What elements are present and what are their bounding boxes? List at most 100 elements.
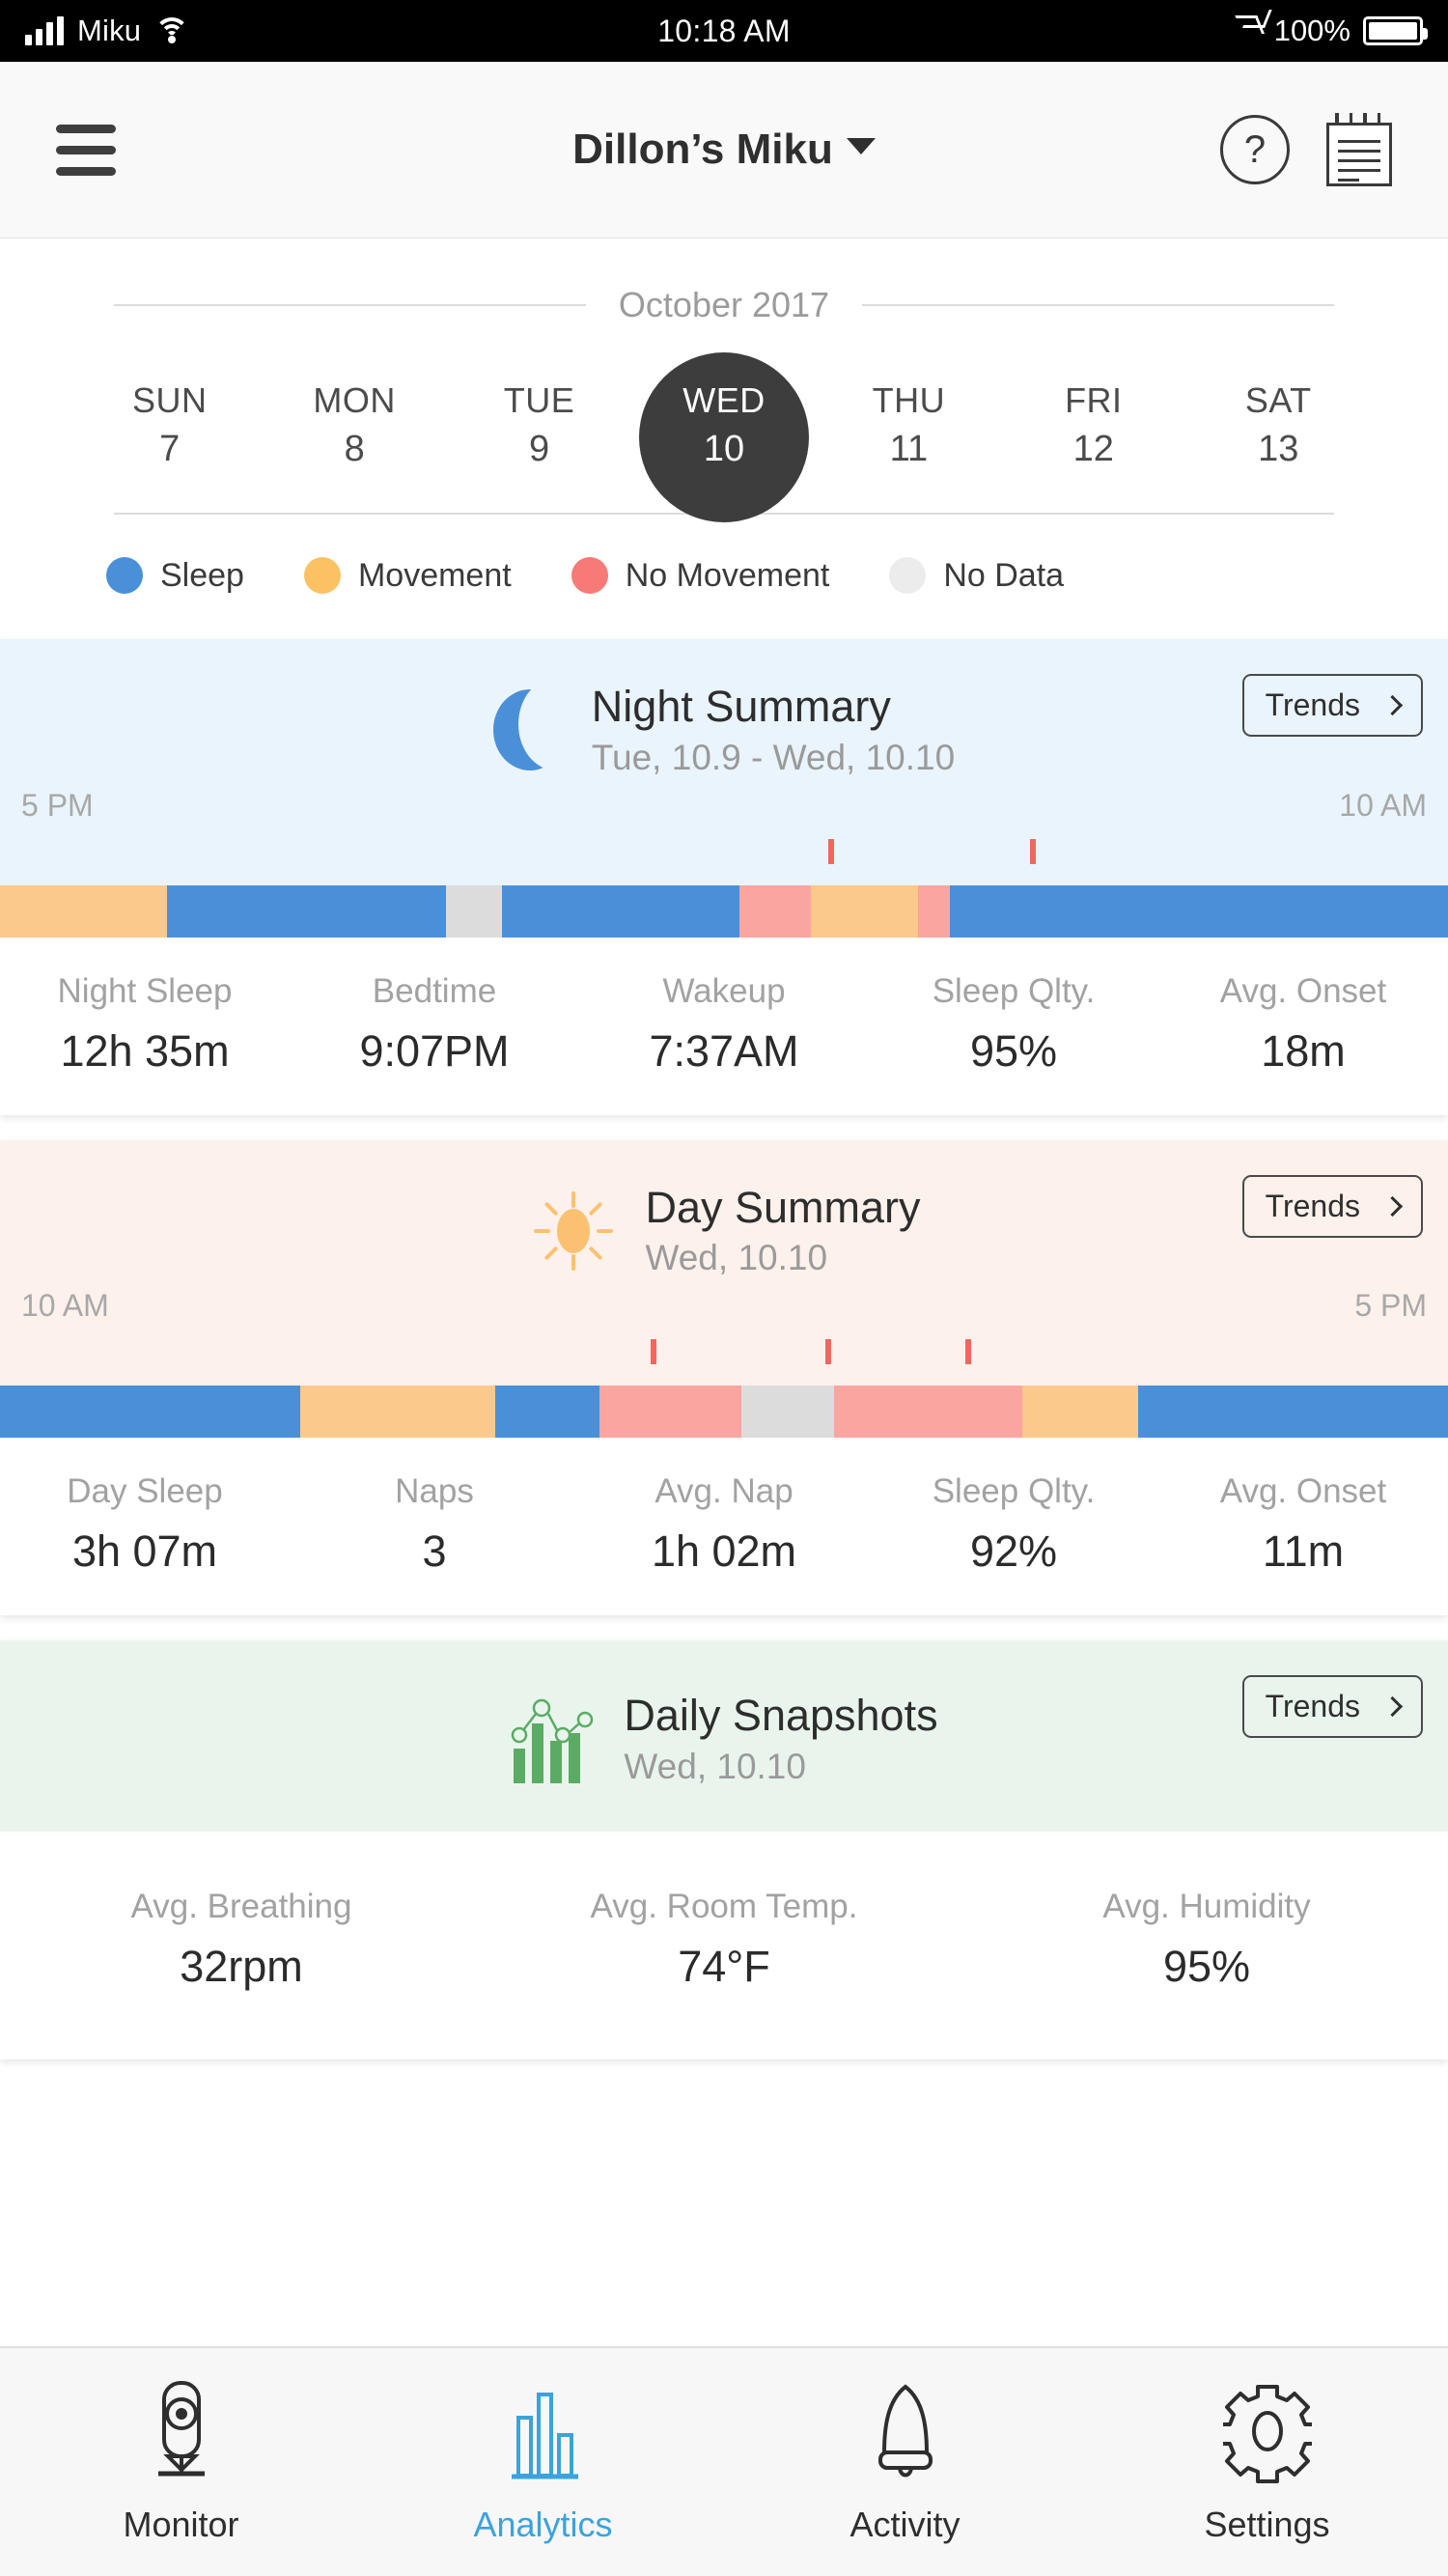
night-trends-label: Trends bbox=[1266, 687, 1360, 723]
night-summary-subtitle: Tue, 10.9 - Wed, 10.10 bbox=[592, 738, 955, 778]
day-summary-card: Day Summary Wed, 10.10 Trends 10 AM 5 PM bbox=[0, 1140, 1448, 1616]
legend-item-movement: Movement bbox=[304, 557, 512, 595]
night-segment-sleep bbox=[950, 885, 1448, 938]
calendar-day-sun[interactable]: SUN 7 bbox=[77, 335, 262, 513]
stat-value: 95% bbox=[965, 1942, 1448, 1992]
stat-label: Naps bbox=[290, 1472, 579, 1511]
day-trends-label: Trends bbox=[1266, 1189, 1360, 1224]
night-segment-sleep bbox=[167, 885, 446, 938]
legend-item-no-data: No Data bbox=[889, 557, 1064, 595]
legend-label: No Movement bbox=[626, 557, 830, 595]
calendar-day-dow: SAT bbox=[1186, 378, 1371, 425]
day-segment-no-movement bbox=[599, 1386, 741, 1438]
calendar-day-sat[interactable]: SAT 13 bbox=[1186, 335, 1371, 513]
tab-label: Settings bbox=[1204, 2505, 1329, 2545]
stat-avg-breathing: Avg. Breathing 32rpm bbox=[0, 1888, 483, 1992]
help-icon[interactable]: ? bbox=[1220, 115, 1290, 184]
calendar-day-dow: SUN bbox=[77, 378, 262, 425]
stat-value: 3 bbox=[290, 1526, 579, 1577]
hamburger-icon[interactable] bbox=[56, 125, 116, 176]
calendar-day-dow: FRI bbox=[1001, 378, 1185, 425]
notepad-icon[interactable] bbox=[1326, 113, 1392, 186]
stat-night-sleep: Night Sleep 12h 35m bbox=[0, 972, 290, 1077]
date-selector: October 2017 SUN 7 MON 8 TUE 9 WED 10 TH… bbox=[0, 238, 1448, 515]
calendar-day-dow: THU bbox=[817, 378, 1001, 425]
tab-activity[interactable]: Activity bbox=[724, 2379, 1086, 2545]
night-summary-title: Night Summary bbox=[592, 682, 955, 732]
stat-label: Avg. Onset bbox=[1158, 1472, 1448, 1511]
night-segment-sleep bbox=[502, 885, 739, 938]
legend-dot-movement bbox=[304, 557, 341, 594]
snapshots-trends-button[interactable]: Trends bbox=[1242, 1675, 1423, 1738]
stat-label: Sleep Qlty. bbox=[869, 1472, 1158, 1511]
chevron-right-icon bbox=[1382, 1196, 1403, 1217]
divider-right bbox=[862, 304, 1334, 306]
tab-analytics[interactable]: Analytics bbox=[362, 2379, 724, 2545]
legend-dot-no-data bbox=[889, 557, 926, 594]
day-segment-sleep bbox=[1138, 1386, 1448, 1438]
legend-label: Movement bbox=[358, 557, 512, 595]
stat-avg-onset: Avg. Onset 18m bbox=[1158, 972, 1448, 1077]
night-summary-header: Night Summary Tue, 10.9 - Wed, 10.10 Tre… bbox=[0, 639, 1448, 885]
calendar-day-number: 11 bbox=[817, 425, 1001, 474]
page-title-label: Dillon’s Miku bbox=[572, 126, 833, 173]
calendar-day-number: 7 bbox=[77, 425, 262, 474]
bar-chart-icon bbox=[510, 1694, 599, 1783]
day-summary-subtitle: Wed, 10.10 bbox=[645, 1238, 920, 1278]
calendar-day-thu[interactable]: THU 11 bbox=[817, 335, 1001, 513]
stat-value: 7:37AM bbox=[579, 1026, 869, 1077]
night-marker bbox=[828, 839, 834, 864]
night-segment-no-data bbox=[446, 885, 503, 938]
calendar-day-number: 9 bbox=[447, 425, 631, 474]
stat-label: Avg. Humidity bbox=[965, 1888, 1448, 1926]
sun-icon bbox=[527, 1185, 620, 1277]
calendar-day-fri[interactable]: FRI 12 bbox=[1001, 335, 1185, 513]
calendar-month-label: October 2017 bbox=[619, 285, 829, 325]
day-timeline[interactable] bbox=[0, 1386, 1448, 1438]
stat-value: 18m bbox=[1158, 1026, 1448, 1077]
stat-label: Avg. Room Temp. bbox=[483, 1888, 965, 1926]
tab-monitor[interactable]: Monitor bbox=[0, 2379, 362, 2545]
night-ticks-wrap bbox=[0, 835, 1448, 864]
app-header: Dillon’s Miku ? bbox=[0, 62, 1448, 238]
tab-settings[interactable]: Settings bbox=[1086, 2379, 1448, 2545]
stat-bedtime: Bedtime 9:07PM bbox=[290, 972, 579, 1077]
night-segment-no-movement bbox=[739, 885, 811, 938]
night-marker bbox=[1030, 839, 1036, 864]
moon-icon bbox=[493, 689, 567, 770]
calendar-day-wed-selected[interactable]: WED 10 bbox=[631, 335, 816, 513]
daily-snapshots-header: Daily Snapshots Wed, 10.10 Trends bbox=[0, 1640, 1448, 1832]
bell-icon bbox=[861, 2379, 950, 2483]
legend: Sleep Movement No Movement No Data bbox=[0, 515, 1448, 639]
day-segment-movement bbox=[1022, 1386, 1138, 1438]
camera-icon bbox=[137, 2379, 226, 2483]
bottom-tab-bar: Monitor Analytics Activity bbox=[0, 2346, 1448, 2576]
stat-value: 1h 02m bbox=[579, 1526, 869, 1577]
snapshots-trends-label: Trends bbox=[1266, 1689, 1360, 1724]
day-trends-button[interactable]: Trends bbox=[1242, 1175, 1423, 1238]
calendar-day-mon[interactable]: MON 8 bbox=[262, 335, 446, 513]
gear-icon bbox=[1223, 2379, 1312, 2483]
stat-label: Wakeup bbox=[579, 972, 869, 1011]
calendar-day-tue[interactable]: TUE 9 bbox=[447, 335, 631, 513]
night-timeline[interactable] bbox=[0, 885, 1448, 938]
tab-label: Activity bbox=[849, 2505, 960, 2545]
stat-label: Avg. Nap bbox=[579, 1472, 869, 1511]
stat-label: Avg. Onset bbox=[1158, 972, 1448, 1011]
tab-label: Analytics bbox=[473, 2505, 612, 2545]
calendar-day-number: 12 bbox=[1001, 425, 1185, 474]
night-trends-button[interactable]: Trends bbox=[1242, 674, 1423, 737]
legend-item-sleep: Sleep bbox=[106, 557, 244, 595]
tab-label: Monitor bbox=[123, 2505, 238, 2545]
day-segment-sleep bbox=[0, 1386, 300, 1438]
day-segment-movement bbox=[300, 1386, 496, 1438]
main-content: October 2017 SUN 7 MON 8 TUE 9 WED 10 TH… bbox=[0, 238, 1448, 2346]
stat-day-avg-onset: Avg. Onset 11m bbox=[1158, 1472, 1448, 1577]
night-segment-no-movement bbox=[918, 885, 950, 938]
snapshots-stats-row: Avg. Breathing 32rpm Avg. Room Temp. 74°… bbox=[0, 1832, 1448, 2059]
daily-snapshots-title: Daily Snapshots bbox=[624, 1691, 937, 1741]
day-timeline-markers bbox=[0, 1335, 1448, 1364]
night-summary-card: Night Summary Tue, 10.9 - Wed, 10.10 Tre… bbox=[0, 639, 1448, 1115]
day-time-range: 10 AM 5 PM bbox=[0, 1278, 1448, 1324]
chevron-right-icon bbox=[1382, 1696, 1403, 1717]
